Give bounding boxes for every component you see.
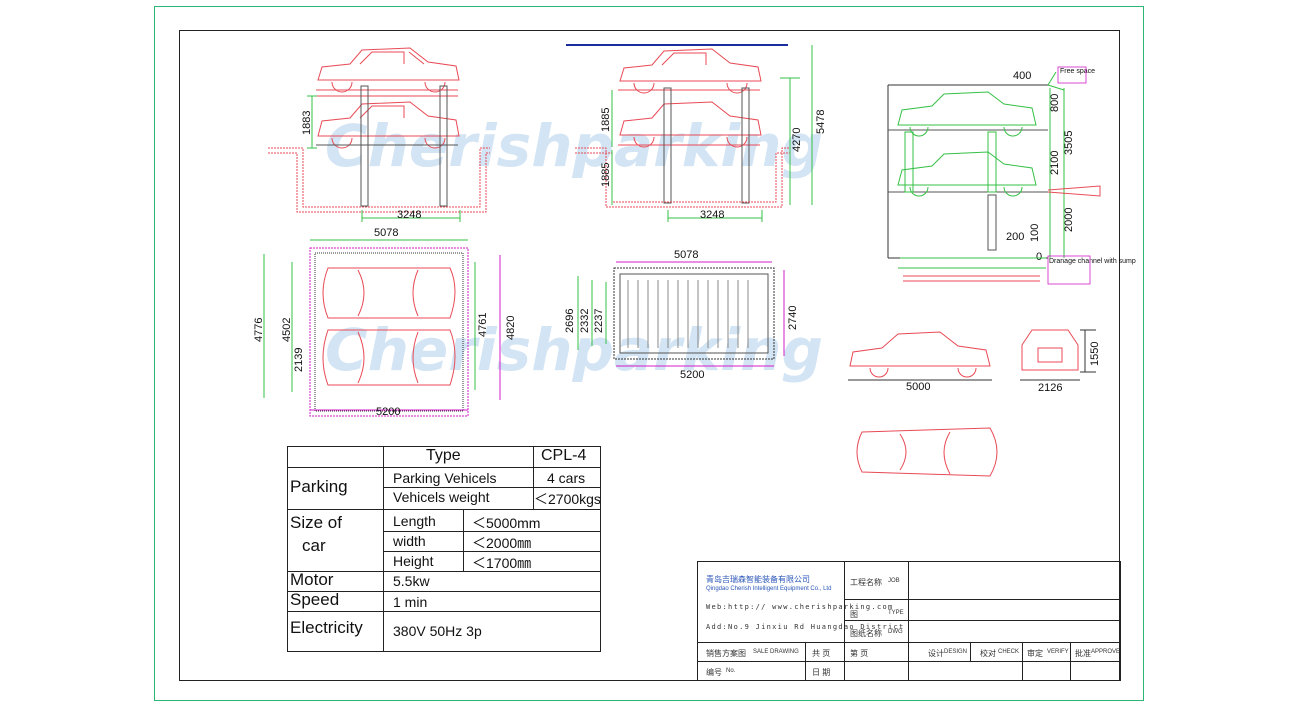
free-space-note: Free space [1060, 68, 1095, 75]
dim-3248-left: 3248 [397, 209, 421, 221]
dim-car-length: 5000 [906, 381, 930, 393]
dim-5200-middle: 5200 [680, 369, 704, 381]
dim-800: 800 [1049, 94, 1061, 112]
dim-4502: 4502 [281, 318, 293, 342]
dim-1885-upper: 1885 [600, 108, 612, 132]
drawing-label-cn: 图纸名称 [850, 629, 882, 638]
spec-parking-vehicles-label: Parking Vehicels [393, 470, 497, 486]
total-pages: 共 页 [812, 649, 831, 658]
date-label: 日 期 [812, 668, 831, 677]
spec-type-label: Type [426, 447, 461, 464]
dim-3248-middle: 3248 [700, 209, 724, 221]
dim-2332: 2332 [579, 309, 591, 333]
dim-car-height: 1550 [1089, 342, 1101, 366]
car-side-reference [849, 331, 991, 378]
car-upper-left [317, 47, 460, 93]
sale-drawing-cn: 销售方案图 [706, 649, 746, 658]
spec-speed-value: 1 min [393, 594, 428, 610]
drawing-label-en: DWG [888, 629, 903, 635]
dim-1883: 1883 [301, 111, 313, 135]
check-label-cn: 校对 [980, 649, 996, 658]
spec-motor-label: Motor [290, 570, 334, 589]
spec-motor-value: 5.5kw [393, 573, 430, 589]
elevation-view-left: 1883 3248 [268, 47, 490, 222]
sale-drawing-en: SALE DRAWING [753, 649, 799, 655]
project-label-en: JOB [888, 578, 900, 584]
spec-height-label: Height [393, 553, 434, 569]
approve-label-cn: 批准 [1075, 649, 1091, 658]
dim-1885-lower: 1885 [600, 163, 612, 187]
approve-label-en: APPROVE [1091, 649, 1121, 655]
design-label-en: DESIGN [944, 649, 968, 655]
car-lower-left [317, 101, 460, 149]
drainage-note: Dranage channel with sump [1049, 258, 1136, 265]
spec-length-value: ＜5000mm [472, 515, 541, 531]
spec-size-label-1: Size of [290, 513, 342, 532]
car-lower-middle [619, 101, 762, 148]
dim-4776: 4776 [253, 318, 265, 342]
spec-table: Type CPL-4 Parking Parking Vehicels 4 ca… [287, 446, 601, 652]
car-plan-lower [322, 329, 456, 386]
spec-size-label-2: car [302, 536, 326, 555]
dim-400: 400 [1013, 70, 1031, 82]
dim-200: 200 [1006, 231, 1024, 243]
dim-5078-left: 5078 [374, 227, 398, 239]
type-label-cn: 图 [850, 610, 858, 619]
spec-length-label: Length [393, 513, 436, 529]
elevation-view-middle: 1885 1885 4270 5478 3248 [566, 44, 827, 222]
dim-2740: 2740 [787, 306, 799, 330]
dim-4270: 4270 [791, 128, 803, 152]
car-upper-middle [619, 48, 762, 94]
car-top-reference [856, 427, 998, 477]
dim-5200-left: 5200 [376, 406, 400, 418]
title-block: 青岛吉瑞森智能装备有限公司 Qingdao Cherish Intelligen… [697, 561, 1121, 681]
company-web: Web:http:// www.cherishparking.com [706, 603, 894, 611]
company-name-en: Qingdao Cherish Intelligent Equipment Co… [706, 586, 832, 592]
car-size-views: 5000 2126 1550 [848, 329, 1101, 477]
verify-label-en: VERIFY [1047, 649, 1069, 655]
verify-label-cn: 审定 [1027, 649, 1043, 658]
dim-2696: 2696 [564, 309, 576, 333]
spec-vehicles-weight-value: ＜2700kgs [534, 491, 601, 507]
spec-speed-label: Speed [290, 590, 340, 609]
spec-electricity-value: 380V 50Hz 3p [393, 623, 482, 639]
page-number: 第 页 [850, 649, 869, 658]
spec-height-value: ＜1700㎜ [472, 555, 532, 571]
dim-4820: 4820 [505, 316, 517, 340]
dim-4761: 4761 [477, 313, 489, 337]
dim-0: 0 [1036, 251, 1042, 263]
dim-100: 100 [1029, 224, 1041, 242]
type-label-en: TYPE [888, 610, 904, 616]
spec-width-value: ＜2000㎜ [472, 535, 532, 551]
spec-electricity-label: Electricity [290, 618, 363, 637]
dim-3505: 3505 [1063, 131, 1075, 155]
spec-type-value: CPL-4 [541, 447, 587, 464]
number-label-cn: 编号 [706, 668, 722, 677]
project-label-cn: 工程名称 [850, 578, 882, 587]
dim-2237: 2237 [593, 309, 605, 333]
spec-width-label: width [393, 533, 426, 549]
plan-view-middle: 5078 2696 2332 2237 2740 5200 [564, 249, 799, 381]
design-label-cn: 设计 [928, 649, 944, 658]
dim-2139: 2139 [293, 348, 305, 372]
dim-2000: 2000 [1063, 208, 1075, 232]
car-lower-right [897, 151, 1037, 197]
dim-5078-middle: 5078 [674, 249, 698, 261]
spec-parking-vehicles-value: 4 cars [547, 470, 586, 486]
plan-view-left: 5078 4776 4502 2139 4761 4820 5200 [253, 227, 517, 418]
check-label-en: CHECK [998, 649, 1020, 655]
number-label-en: No. [726, 668, 736, 674]
section-view-right: 400 Free space 800 3505 2100 2000 200 10… [887, 66, 1136, 285]
spec-parking-label: Parking [290, 477, 348, 496]
dim-car-width: 2126 [1038, 382, 1062, 394]
dim-5478: 5478 [815, 110, 827, 134]
dim-2100: 2100 [1049, 151, 1061, 175]
spec-vehicles-weight-label: Vehicels weight [393, 489, 490, 505]
car-upper-right [897, 91, 1037, 137]
car-front-reference [1021, 329, 1079, 371]
company-name-cn: 青岛吉瑞森智能装备有限公司 [706, 575, 810, 584]
car-plan-upper [322, 267, 456, 319]
